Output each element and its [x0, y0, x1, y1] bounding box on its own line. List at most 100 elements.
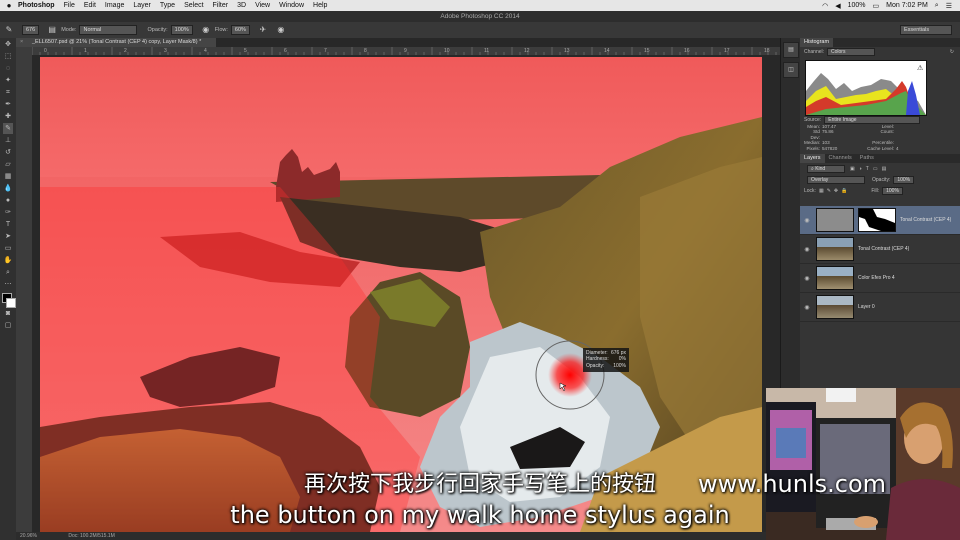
clone-stamp-tool-icon[interactable]: ⊥ [3, 135, 13, 146]
blend-mode-select[interactable]: Overlay [807, 175, 865, 184]
healing-tool-icon[interactable]: ✚ [3, 111, 13, 122]
apple-menu-icon[interactable]: ● [0, 1, 18, 10]
menu-view[interactable]: View [255, 2, 270, 9]
menu-type[interactable]: Type [160, 2, 175, 9]
clock[interactable]: Mon 7:02 PM [886, 2, 928, 9]
blur-tool-icon[interactable]: 💧 [3, 183, 13, 194]
layer-row[interactable]: ◉ Layer 0 [800, 293, 960, 322]
pressure-size-icon[interactable]: ◉ [276, 25, 286, 35]
workspace-select[interactable]: Essentials [900, 25, 952, 35]
screen-mode-icon[interactable]: ▢ [3, 320, 13, 331]
layer-filter-select[interactable]: ⌕ Kind [807, 164, 845, 173]
layer-opacity-field[interactable]: 100% [893, 175, 915, 184]
ruler-horizontal[interactable]: 0 1 2 3 4 5 6 7 8 9 10 11 12 13 14 15 16 17 18 [32, 47, 780, 55]
shape-tool-icon[interactable]: ▭ [3, 243, 13, 254]
crop-tool-icon[interactable]: ⌗ [3, 87, 13, 98]
menu-filter[interactable]: Filter [213, 2, 229, 9]
tab-channels[interactable]: Channels [825, 154, 856, 163]
close-tab-icon[interactable]: × [20, 38, 23, 47]
quick-mask-icon[interactable]: ◙ [3, 308, 13, 319]
layer-thumbnail[interactable] [816, 266, 854, 290]
filter-adjust-icon[interactable]: ◑ [859, 166, 862, 172]
menu-edit[interactable]: Edit [84, 2, 96, 9]
list-icon[interactable]: ☰ [946, 2, 952, 10]
document-tab[interactable]: × _ELL6507.psd @ 21% (Tonal Contrast (CE… [16, 38, 216, 47]
history-panel-icon[interactable]: ▤ [783, 42, 799, 58]
fill-field[interactable]: 100% [882, 186, 903, 195]
filter-smart-icon[interactable]: ▤ [882, 166, 887, 172]
history-brush-tool-icon[interactable]: ↺ [3, 147, 13, 158]
type-tool-icon[interactable]: T [3, 219, 13, 230]
lock-position-icon[interactable]: ✥ [834, 188, 838, 194]
lock-pixels-icon[interactable]: ✎ [827, 188, 831, 194]
tab-histogram[interactable]: Histogram [800, 38, 834, 47]
background-color-swatch[interactable] [6, 298, 16, 308]
quick-select-tool-icon[interactable]: ✦ [3, 75, 13, 86]
lasso-tool-icon[interactable]: ◌ [3, 63, 13, 74]
layer-thumbnail[interactable] [816, 208, 854, 232]
mode-select[interactable]: Normal [79, 25, 138, 35]
menu-window[interactable]: Window [279, 2, 304, 9]
filter-shape-icon[interactable]: ▭ [873, 166, 878, 172]
battery-percent[interactable]: 100% [848, 2, 866, 9]
tab-layers[interactable]: Layers [800, 154, 825, 163]
layer-thumbnail[interactable] [816, 237, 854, 261]
visibility-eye-icon[interactable]: ◉ [800, 275, 814, 282]
airbrush-icon[interactable]: ✈ [258, 25, 268, 35]
pressure-opacity-icon[interactable]: ◉ [201, 25, 211, 35]
lock-all-icon[interactable]: 🔒 [841, 188, 847, 194]
visibility-eye-icon[interactable]: ◉ [800, 246, 814, 253]
move-tool-icon[interactable]: ✥ [3, 39, 13, 50]
brush-size-picker[interactable]: 676 [22, 25, 40, 35]
app-menu[interactable]: Photoshop [18, 2, 55, 9]
menu-layer[interactable]: Layer [133, 2, 151, 9]
opacity-field[interactable]: 100% [170, 25, 193, 35]
doc-size[interactable]: Doc: 100.2M/515.1M [68, 533, 114, 539]
brush-tool-icon[interactable]: ✎ [3, 123, 13, 134]
eyedropper-tool-icon[interactable]: ✒ [3, 99, 13, 110]
pen-tool-icon[interactable]: ✑ [3, 207, 13, 218]
layer-name[interactable]: Tonal Contrast (CEP 4) [858, 246, 909, 252]
brush-tool-icon[interactable]: ✎ [4, 25, 14, 35]
layer-name[interactable]: Tonal Contrast (CEP 4) [900, 217, 951, 223]
layer-row[interactable]: ◉ Color Efex Pro 4 [800, 264, 960, 293]
menu-file[interactable]: File [64, 2, 75, 9]
flow-field[interactable]: 60% [230, 25, 250, 35]
canvas-area[interactable] [32, 55, 780, 532]
lock-transparent-icon[interactable]: ▦ [819, 188, 824, 194]
tab-paths[interactable]: Paths [856, 154, 878, 163]
wifi-icon[interactable]: ◠ [822, 2, 828, 10]
layer-mask-thumbnail[interactable] [858, 208, 896, 232]
menu-help[interactable]: Help [313, 2, 327, 9]
visibility-eye-icon[interactable]: ◉ [800, 304, 814, 311]
volume-icon[interactable]: ◀ [835, 2, 840, 10]
zoom-tool-icon[interactable]: ⌕ [3, 267, 13, 278]
dodge-tool-icon[interactable]: ● [3, 195, 13, 206]
hand-tool-icon[interactable]: ✋ [3, 255, 13, 266]
filter-type-icon[interactable]: T [866, 166, 869, 172]
battery-icon[interactable]: ▭ [873, 2, 880, 10]
layer-row[interactable]: ◉ Tonal Contrast (CEP 4) [800, 235, 960, 264]
menu-image[interactable]: Image [105, 2, 124, 9]
eraser-tool-icon[interactable]: ▱ [3, 159, 13, 170]
filter-pixel-icon[interactable]: ▣ [850, 166, 855, 172]
menu-3d[interactable]: 3D [237, 2, 246, 9]
layer-row[interactable]: ◉ Tonal Contrast (CEP 4) [800, 206, 960, 235]
properties-panel-icon[interactable]: ◫ [783, 62, 799, 78]
path-select-tool-icon[interactable]: ➤ [3, 231, 13, 242]
layer-thumbnail[interactable] [816, 295, 854, 319]
color-swatches[interactable] [2, 293, 16, 308]
more-tools-icon[interactable]: ⋯ [3, 279, 13, 290]
channel-select[interactable]: Colors [827, 47, 876, 56]
layer-name[interactable]: Layer 0 [858, 304, 875, 310]
source-select[interactable]: Entire Image [824, 115, 921, 124]
search-icon[interactable]: ⌕ [935, 2, 939, 10]
refresh-icon[interactable]: ↻ [950, 49, 954, 55]
marquee-tool-icon[interactable]: ⬚ [3, 51, 13, 62]
brush-panel-icon[interactable]: ▤ [47, 25, 57, 35]
layer-name[interactable]: Color Efex Pro 4 [858, 275, 895, 281]
zoom-level[interactable]: 20.96% [20, 533, 37, 539]
gradient-tool-icon[interactable]: ▦ [3, 171, 13, 182]
menu-select[interactable]: Select [184, 2, 203, 9]
document-image[interactable] [40, 57, 762, 532]
